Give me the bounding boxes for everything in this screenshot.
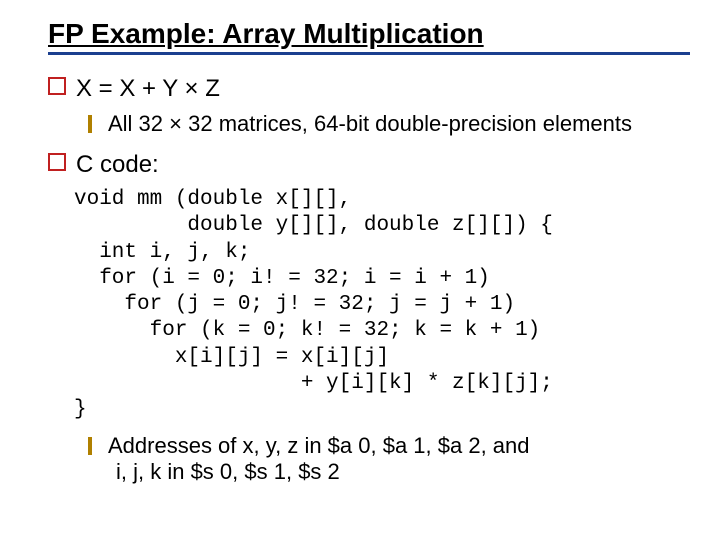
square-bullet-icon [48,153,66,171]
bar-bullet-icon [88,437,92,455]
slide: FP Example: Array Multiplication X = X +… [0,0,720,519]
bullet-c-code: C code: [48,151,690,179]
subbullet-addresses: Addresses of x, y, z in $a 0, $a 1, $a 2… [88,433,690,485]
matrices-text: All 32 × 32 matrices, 64-bit double-prec… [108,111,632,136]
bullet-equation: X = X + Y × Z [48,75,690,103]
code-block: void mm (double x[][], double y[][], dou… [74,187,690,423]
c-code-label: C code: [76,151,159,178]
addresses-line1: Addresses of x, y, z in $a 0, $a 1, $a 2… [108,433,530,458]
equation-text: X = X + Y × Z [76,75,220,102]
square-bullet-icon [48,77,66,95]
subbullet-matrices: All 32 × 32 matrices, 64-bit double-prec… [88,111,690,137]
slide-title: FP Example: Array Multiplication [48,18,690,55]
bar-bullet-icon [88,115,92,133]
addresses-line2: i, j, k in $s 0, $s 1, $s 2 [116,459,340,484]
